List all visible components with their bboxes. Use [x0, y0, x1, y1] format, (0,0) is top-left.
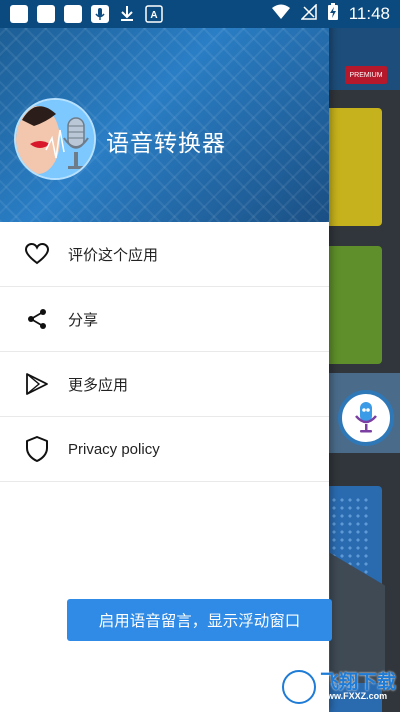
battery-charging-icon	[327, 2, 339, 26]
menu-item-more-apps[interactable]: 更多应用	[0, 352, 329, 417]
svg-text:A: A	[150, 10, 157, 21]
square-notification-icon	[37, 5, 55, 23]
floating-window-toast[interactable]: 启用语音留言，显示浮动窗口	[67, 599, 332, 641]
status-bar: A 11:48	[0, 0, 400, 28]
menu-item-label: Privacy policy	[68, 440, 160, 458]
status-time: 11:48	[348, 4, 390, 23]
menu-item-privacy-policy[interactable]: Privacy policy	[0, 417, 329, 482]
mic-notification-icon	[91, 5, 109, 23]
share-icon	[24, 306, 50, 332]
wifi-icon	[271, 4, 291, 25]
menu-item-label: 分享	[68, 311, 99, 329]
square-notification-icon	[64, 5, 82, 23]
menu-item-label: 更多应用	[68, 376, 129, 394]
heart-icon	[24, 241, 50, 267]
shield-icon	[24, 436, 50, 462]
premium-badge[interactable]: PREMIUM	[345, 66, 387, 84]
status-left-icons: A	[10, 5, 163, 23]
watermark-sub-text: www.FXXZ.com	[320, 691, 388, 701]
watermark-logo-icon	[282, 670, 316, 704]
drawer-menu: 评价这个应用 分享 更多应用 Privacy policy	[0, 222, 329, 482]
play-store-icon	[24, 371, 50, 397]
download-icon	[118, 5, 136, 23]
watermark-main-text: 飞翔下载	[320, 671, 397, 693]
menu-item-label: 评价这个应用	[68, 246, 159, 264]
drawer-header: 语音转换器	[0, 0, 329, 222]
text-a-icon: A	[145, 5, 163, 23]
status-right-icons: 11:48	[271, 2, 390, 26]
menu-item-share[interactable]: 分享	[0, 287, 329, 352]
site-watermark: 飞翔下载 www.FXXZ.com	[282, 668, 396, 706]
floating-mic-button[interactable]	[338, 390, 394, 446]
menu-item-rate-app[interactable]: 评价这个应用	[0, 222, 329, 287]
app-title: 语音转换器	[106, 131, 226, 157]
square-notification-icon	[10, 5, 28, 23]
app-logo	[14, 98, 96, 180]
mic-character-icon	[355, 402, 377, 433]
no-signal-icon	[299, 2, 317, 25]
